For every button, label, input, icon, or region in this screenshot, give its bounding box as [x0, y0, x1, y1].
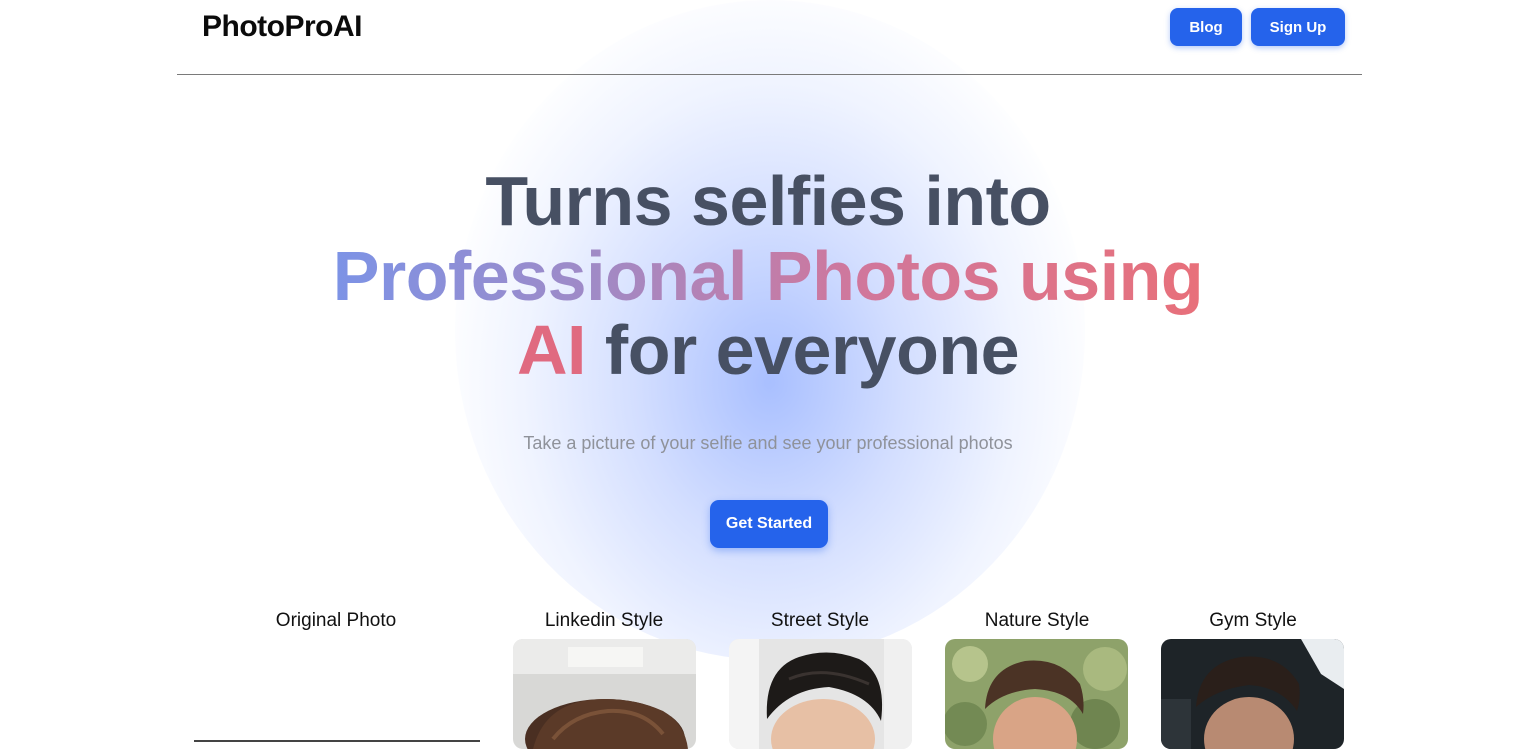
- hero-heading-gradient-text: Professional Photos using: [332, 237, 1204, 315]
- logo[interactable]: PhotoProAI: [202, 10, 363, 44]
- nature-style-label: Nature Style: [984, 610, 1090, 631]
- original-photo-label: Original Photo: [275, 610, 397, 631]
- nature-style-photo[interactable]: [945, 639, 1128, 749]
- linkedin-style-photo[interactable]: [513, 639, 696, 749]
- header-divider: [177, 74, 1362, 75]
- hero-heading-line-1: Turns selfies into: [485, 162, 1051, 240]
- blog-button[interactable]: Blog: [1170, 8, 1242, 46]
- hero-heading-line-3-rest: for everyone: [604, 311, 1020, 389]
- hero-heading-ai-accent: AI: [516, 311, 587, 389]
- hero-subtitle: Take a picture of your selfie and see yo…: [523, 433, 1013, 453]
- sign-up-button[interactable]: Sign Up: [1251, 8, 1345, 46]
- linkedin-style-label: Linkedin Style: [544, 610, 664, 631]
- hero-heading-line-2: Professional Photos using: [0, 240, 1536, 312]
- gym-style-photo[interactable]: [1161, 639, 1344, 749]
- hero-heading-line-3: AI for everyone: [0, 314, 1536, 386]
- get-started-button[interactable]: Get Started: [710, 500, 828, 548]
- gym-style-label: Gym Style: [1209, 610, 1297, 631]
- street-style-label: Street Style: [770, 610, 870, 631]
- street-style-photo[interactable]: [729, 639, 912, 749]
